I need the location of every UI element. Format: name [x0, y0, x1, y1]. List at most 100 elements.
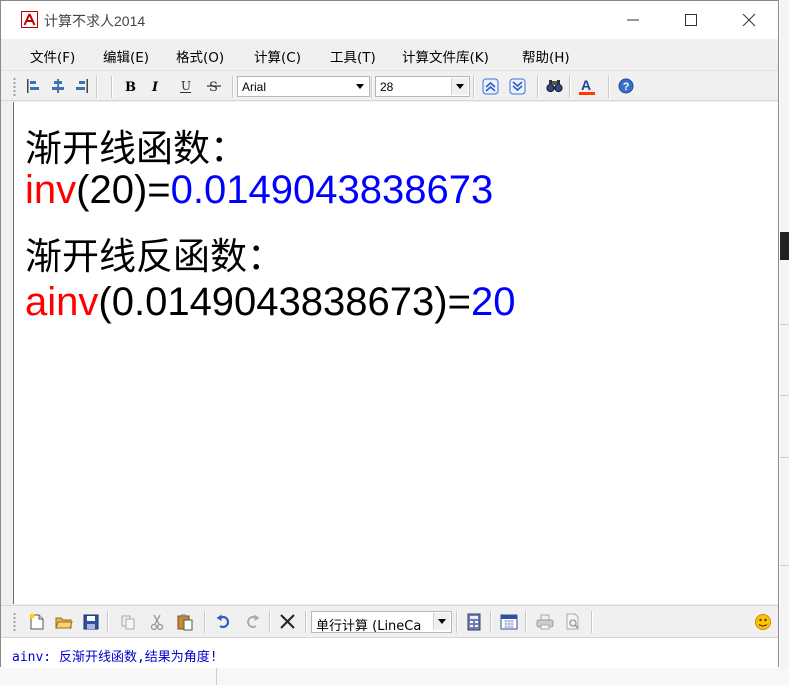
chevron-down-icon [356, 84, 364, 89]
calculation-mode-value: 单行计算 (LineCa [316, 619, 422, 634]
toolbar-separator [96, 76, 98, 98]
font-name-value: Arial [242, 80, 267, 94]
bottom-toolbar: 单行计算 (LineCa [1, 605, 778, 637]
toolbar-separator [111, 76, 113, 98]
minimize-button[interactable] [604, 1, 662, 39]
calculation-mode-select[interactable]: 单行计算 (LineCa [311, 611, 452, 634]
background-divider [780, 565, 789, 566]
menu-help[interactable]: 帮助(H) [522, 46, 570, 66]
strikethrough-button[interactable]: S [204, 76, 224, 96]
background-dark-block [780, 232, 789, 260]
calculator-app-icon[interactable] [21, 11, 38, 28]
print-preview-icon [566, 613, 579, 630]
calculator-icon [467, 613, 481, 631]
paste-button[interactable] [174, 611, 194, 631]
toolbar-separator [269, 611, 271, 633]
save-button[interactable] [80, 611, 100, 631]
toolbar-separator [107, 611, 109, 633]
calculator-button[interactable] [463, 611, 483, 631]
font-color-icon: A [579, 78, 595, 95]
bold-icon: B [125, 80, 136, 94]
copy-icon [121, 615, 135, 630]
font-size-select[interactable]: 28 [375, 76, 470, 97]
background-bottom-separator [216, 668, 217, 685]
font-name-select[interactable]: Arial [237, 76, 370, 97]
background-bottom-strip [0, 668, 789, 685]
move-down-button[interactable] [507, 76, 527, 96]
calculation-mode-dropdown[interactable] [433, 613, 450, 630]
toolbar-separator [525, 611, 527, 633]
calendar-button[interactable] [498, 611, 518, 631]
minimize-icon [627, 19, 639, 21]
undo-button[interactable] [213, 611, 233, 631]
toolbar-separator [490, 611, 492, 633]
menu-bar: 文件(F) 编辑(E) 格式(O) 计算(C) 工具(T) 计算文件库(K) 帮… [1, 42, 778, 68]
toolbar-separator [537, 76, 539, 98]
function-name-ainv: ainv [25, 280, 99, 324]
function-arguments: (0.0149043838673)= [98, 280, 471, 324]
menu-format[interactable]: 格式(O) [176, 46, 224, 66]
emoji-button[interactable] [752, 611, 772, 631]
new-file-button[interactable] [26, 611, 46, 631]
find-icon [546, 80, 563, 93]
app-window: 计算不求人2014 文件(F) 编辑(E) 格式(O) 计算(C) 工具(T) … [0, 0, 779, 667]
editor-area[interactable]: 渐开线函数： inv(20)=0.0149043838673 渐开线反函数： a… [13, 102, 778, 604]
close-button[interactable] [720, 1, 778, 39]
editor-line-inv-expression: inv(20)=0.0149043838673 [25, 168, 493, 213]
editor-line-ainv-expression: ainv(0.0149043838673)=20 [25, 280, 515, 325]
bold-button[interactable]: B [120, 76, 140, 96]
redo-button[interactable] [241, 611, 261, 631]
background-divider [780, 395, 789, 396]
toolbar-separator [456, 611, 458, 633]
background-divider [780, 457, 789, 458]
svg-text:I: I [151, 80, 159, 94]
clear-button[interactable] [277, 611, 297, 631]
window-title: 计算不求人2014 [44, 13, 146, 29]
maximize-button[interactable] [662, 1, 720, 39]
print-preview-button[interactable] [562, 611, 582, 631]
toolbar-grip[interactable] [13, 612, 16, 632]
result-value: 20 [470, 280, 516, 324]
menu-calc-file-library[interactable]: 计算文件库(K) [402, 46, 489, 66]
menu-file[interactable]: 文件(F) [30, 46, 75, 66]
move-up-button[interactable] [480, 76, 500, 96]
editor-line-heading-involute: 渐开线函数： [25, 127, 247, 170]
align-right-button[interactable] [71, 76, 91, 96]
italic-button[interactable]: I [146, 76, 166, 96]
toolbar-separator [608, 76, 610, 98]
cut-icon [150, 614, 164, 631]
underline-icon: U [180, 79, 191, 93]
close-icon [742, 13, 756, 27]
menu-edit[interactable]: 编辑(E) [103, 46, 149, 66]
toolbar-separator [473, 76, 475, 98]
copy-button[interactable] [117, 611, 137, 631]
menu-calculate[interactable]: 计算(C) [254, 46, 301, 66]
font-size-dropdown[interactable] [451, 78, 468, 95]
font-name-dropdown[interactable] [352, 78, 368, 95]
font-size-value: 28 [380, 80, 394, 94]
align-center-button[interactable] [48, 76, 68, 96]
print-icon [536, 614, 554, 630]
result-value: 0.0149043838673 [170, 168, 494, 212]
cut-button[interactable] [146, 611, 166, 631]
title-bar[interactable]: 计算不求人2014 [1, 1, 778, 39]
menu-tools[interactable]: 工具(T) [330, 46, 376, 66]
clear-icon [280, 614, 295, 629]
save-icon [83, 614, 99, 630]
toolbar-separator [232, 76, 234, 98]
toolbar-grip[interactable] [13, 77, 16, 97]
toolbar-separator [569, 76, 571, 98]
calendar-icon [500, 614, 518, 630]
underline-button[interactable]: U [176, 76, 196, 96]
svg-text:A: A [581, 78, 591, 93]
print-button[interactable] [534, 611, 554, 631]
help-button[interactable]: ? [616, 76, 636, 96]
find-button[interactable] [544, 76, 564, 96]
svg-text:S: S [209, 80, 218, 94]
function-arguments: (20)= [76, 168, 171, 212]
open-folder-button[interactable] [53, 611, 73, 631]
chevron-down-icon [456, 84, 464, 89]
align-left-button[interactable] [24, 76, 44, 96]
help-icon: ? [618, 78, 634, 94]
font-color-button[interactable]: A [577, 76, 597, 96]
